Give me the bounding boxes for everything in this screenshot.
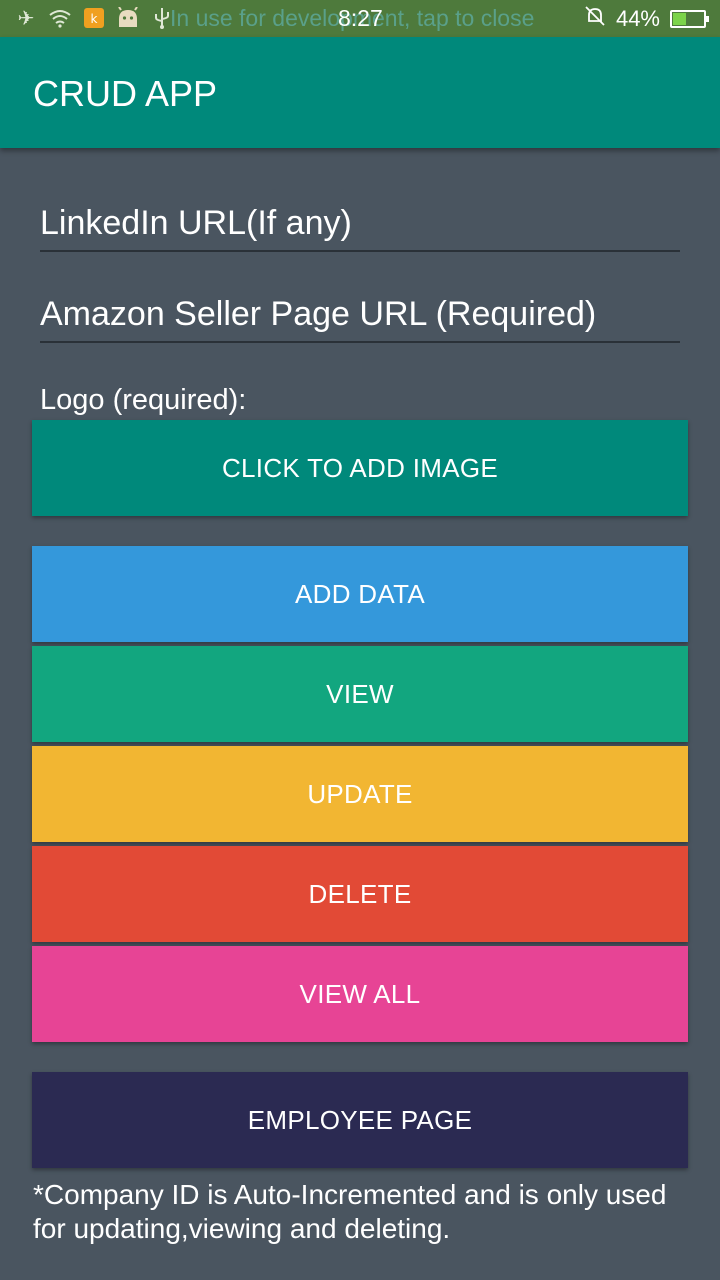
silent-icon [584, 5, 606, 33]
battery-percent: 44% [615, 6, 660, 31]
linkedin-url-field[interactable]: LinkedIn URL(If any) [40, 204, 680, 252]
app-bar: CRUD APP [0, 37, 720, 148]
status-bar: ✈ k In use for development, tap to close… [0, 0, 720, 37]
app-title: CRUD APP [33, 73, 218, 114]
footnote-text: *Company ID is Auto-Incremented and is o… [33, 1179, 667, 1244]
employee-page-button[interactable]: EMPLOYEE PAGE [32, 1072, 688, 1168]
logo-label: Logo (required): [40, 384, 247, 416]
battery-fill [673, 13, 686, 25]
status-left-icons: ✈ k [14, 6, 174, 30]
add-data-button[interactable]: ADD DATA [32, 546, 688, 642]
add-image-button[interactable]: CLICK TO ADD IMAGE [32, 420, 688, 516]
update-button[interactable]: UPDATE [32, 746, 688, 842]
amazon-seller-url-field[interactable]: Amazon Seller Page URL (Required) [40, 295, 680, 343]
view-all-button[interactable]: VIEW ALL [32, 946, 688, 1042]
svg-text:k: k [91, 12, 98, 26]
battery-icon [670, 10, 709, 28]
notification-app-icon: k [82, 6, 106, 30]
delete-button[interactable]: DELETE [32, 846, 688, 942]
status-right-icons: 44% [584, 5, 709, 33]
android-icon [116, 6, 140, 30]
wifi-icon [48, 6, 72, 30]
airplane-icon: ✈ [17, 7, 35, 30]
view-button[interactable]: VIEW [32, 646, 688, 742]
status-clock: 8:27 [338, 5, 383, 31]
